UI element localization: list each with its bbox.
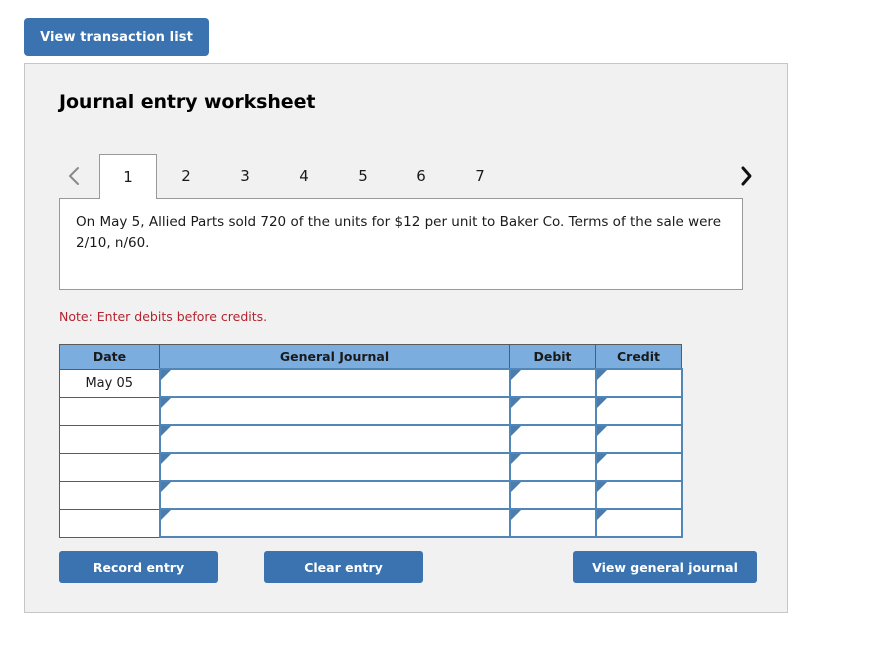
account-input-cell[interactable] — [158, 508, 511, 538]
table-row — [59, 424, 683, 454]
credit-input-cell[interactable] — [594, 508, 683, 538]
cell-marker-icon — [596, 482, 607, 492]
table-row — [59, 396, 683, 426]
worksheet-tab-label: 4 — [299, 167, 309, 185]
account-input-cell[interactable] — [158, 424, 511, 454]
next-entry-button[interactable] — [731, 154, 761, 198]
account-input-cell[interactable] — [158, 480, 511, 510]
view-transaction-list-button[interactable]: View transaction list — [24, 18, 209, 56]
cell-marker-icon — [510, 482, 521, 492]
table-row — [59, 480, 683, 510]
cell-marker-icon — [160, 482, 171, 492]
table-header-row: Date General Journal Debit Credit — [59, 344, 682, 370]
cell-marker-icon — [160, 426, 171, 436]
worksheet-tab-7[interactable]: 7 — [451, 154, 509, 198]
column-header-general-journal: General Journal — [159, 344, 510, 370]
date-cell[interactable] — [59, 396, 160, 426]
worksheet-tab-3[interactable]: 3 — [216, 154, 274, 198]
transaction-description-text: On May 5, Allied Parts sold 720 of the u… — [76, 214, 721, 251]
date-cell[interactable] — [59, 452, 160, 482]
column-header-date: Date — [59, 344, 160, 370]
cell-marker-icon — [596, 454, 607, 464]
column-header-debit: Debit — [509, 344, 596, 370]
account-input-cell[interactable] — [158, 396, 511, 426]
cell-marker-icon — [510, 426, 521, 436]
worksheet-tab-2[interactable]: 2 — [157, 154, 215, 198]
cell-marker-icon — [596, 510, 607, 520]
worksheet-tab-label: 3 — [240, 167, 250, 185]
journal-entry-worksheet-panel: Journal entry worksheet 1 2 3 4 5 6 7 On… — [24, 63, 788, 613]
credit-input-cell[interactable] — [594, 396, 683, 426]
credit-input-cell[interactable] — [594, 452, 683, 482]
column-header-credit: Credit — [595, 344, 682, 370]
cell-marker-icon — [160, 398, 171, 408]
worksheet-tab-label: 2 — [181, 167, 191, 185]
date-cell[interactable] — [59, 508, 160, 538]
debit-input-cell[interactable] — [508, 396, 597, 426]
debit-input-cell[interactable] — [508, 424, 597, 454]
account-input-cell[interactable] — [158, 452, 511, 482]
worksheet-tab-label: 5 — [358, 167, 368, 185]
credit-input-cell[interactable] — [594, 480, 683, 510]
record-entry-button[interactable]: Record entry — [59, 551, 218, 583]
debit-input-cell[interactable] — [508, 368, 597, 398]
credit-input-cell[interactable] — [594, 424, 683, 454]
view-general-journal-button[interactable]: View general journal — [573, 551, 757, 583]
cell-marker-icon — [510, 454, 521, 464]
cell-marker-icon — [596, 426, 607, 436]
cell-marker-icon — [160, 454, 171, 464]
date-cell[interactable] — [59, 480, 160, 510]
cell-marker-icon — [510, 370, 521, 380]
chevron-right-icon — [738, 164, 754, 188]
debit-input-cell[interactable] — [508, 508, 597, 538]
cell-marker-icon — [510, 398, 521, 408]
clear-entry-button[interactable]: Clear entry — [264, 551, 423, 583]
date-cell[interactable] — [59, 424, 160, 454]
worksheet-tab-label: 1 — [123, 168, 133, 186]
worksheet-tab-4[interactable]: 4 — [275, 154, 333, 198]
worksheet-tab-5[interactable]: 5 — [334, 154, 392, 198]
table-row: May 05 — [59, 368, 683, 398]
date-cell[interactable]: May 05 — [59, 368, 160, 398]
worksheet-tabs: 1 2 3 4 5 6 7 — [59, 154, 761, 199]
worksheet-tab-label: 7 — [475, 167, 485, 185]
worksheet-tab-6[interactable]: 6 — [392, 154, 450, 198]
chevron-left-icon — [67, 165, 81, 187]
transaction-description-box: On May 5, Allied Parts sold 720 of the u… — [59, 198, 743, 290]
table-row — [59, 452, 683, 482]
debit-input-cell[interactable] — [508, 480, 597, 510]
cell-marker-icon — [160, 510, 171, 520]
cell-marker-icon — [596, 370, 607, 380]
cell-marker-icon — [596, 398, 607, 408]
worksheet-tab-1[interactable]: 1 — [99, 154, 157, 199]
prev-entry-button[interactable] — [59, 154, 89, 198]
journal-entry-table: Date General Journal Debit Credit May 05 — [59, 344, 683, 538]
debit-input-cell[interactable] — [508, 452, 597, 482]
page-title: Journal entry worksheet — [59, 91, 316, 113]
cell-marker-icon — [160, 370, 171, 380]
cell-marker-icon — [510, 510, 521, 520]
worksheet-tab-label: 6 — [416, 167, 426, 185]
table-row — [59, 508, 683, 538]
account-input-cell[interactable] — [158, 368, 511, 398]
debits-before-credits-note: Note: Enter debits before credits. — [59, 309, 268, 324]
credit-input-cell[interactable] — [594, 368, 683, 398]
